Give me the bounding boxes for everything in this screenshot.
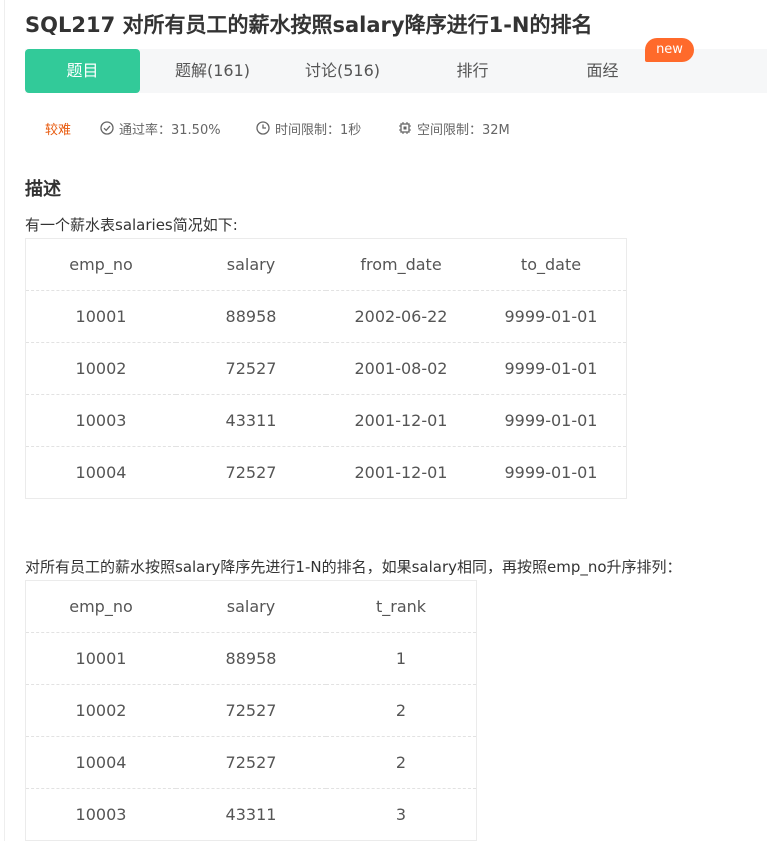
table-cell: 10002 [25, 684, 176, 737]
table-row: 10002 72527 2 [25, 684, 477, 737]
table-cell: 9999-01-01 [476, 394, 627, 447]
table-cell: 72527 [176, 342, 326, 395]
column-header: to_date [476, 238, 627, 291]
table-cell: 2 [326, 736, 477, 789]
table-cell: 10002 [25, 342, 176, 395]
salaries-table: emp_no salary from_date to_date 10001 88… [25, 238, 627, 499]
space-limit: 空间限制：32M [398, 118, 510, 138]
table-cell: 2001-08-02 [326, 342, 476, 395]
pass-rate: 通过率：31.50% [100, 118, 221, 138]
table-cell: 9999-01-01 [504, 463, 598, 482]
column-header: salary [176, 238, 326, 291]
table-cell: 88958 [176, 290, 326, 343]
tab-interview[interactable]: 面经 [545, 49, 660, 93]
table-row: 10001 88958 1 [25, 632, 477, 685]
table-cell: 1 [326, 632, 477, 685]
new-badge: new [645, 38, 694, 62]
table-row: 10004 72527 2001-12-01 9999-01-01 [26, 447, 627, 499]
table-row: 10003 43311 2001-12-01 9999-01-01 [25, 394, 627, 447]
tab-solutions[interactable]: 题解(161) [155, 49, 270, 93]
tab-problem[interactable]: 题目 [25, 49, 140, 93]
table-cell: 2001-12-01 [354, 463, 448, 482]
problem-title: SQL217 对所有员工的薪水按照salary降序进行1-N的排名 [25, 13, 593, 37]
time-limit-text: 时间限制：1秒 [275, 122, 362, 138]
check-circle-icon [100, 121, 114, 135]
table-cell: 2 [326, 684, 477, 737]
pass-rate-text: 通过率：31.50% [119, 122, 221, 138]
tab-discussion[interactable]: 讨论(516) [285, 49, 400, 93]
table-cell: 72527 [176, 684, 326, 737]
table-cell: 10004 [75, 463, 127, 482]
description-task: 对所有员工的薪水按照salary降序先进行1-N的排名，如果salary相同，再… [25, 558, 682, 576]
table-row: 10002 72527 2001-08-02 9999-01-01 [25, 342, 627, 395]
column-header: emp_no [25, 238, 176, 291]
table-cell: 9999-01-01 [476, 342, 627, 395]
table-cell: 2002-06-22 [326, 290, 476, 343]
table-cell: 88958 [176, 632, 326, 685]
table-cell: 9999-01-01 [476, 290, 627, 343]
table-cell: 72527 [176, 736, 326, 789]
column-header: emp_no [25, 580, 176, 633]
table-cell: 3 [395, 805, 407, 824]
table-cell: 10003 [75, 805, 127, 824]
table-cell: 10001 [25, 290, 176, 343]
page-left-border [4, 0, 5, 841]
table-row: 10001 88958 2002-06-22 9999-01-01 [25, 290, 627, 343]
time-limit: 时间限制：1秒 [256, 118, 361, 138]
table-cell: 10004 [25, 736, 176, 789]
difficulty-label: 较难 [45, 118, 71, 138]
clock-icon [256, 121, 270, 135]
table-row: 10003 43311 3 [26, 789, 477, 841]
description-heading: 描述 [25, 179, 61, 200]
tab-ranking[interactable]: 排行 [415, 49, 530, 93]
table-cell: 2001-12-01 [326, 394, 476, 447]
column-header: salary [176, 580, 326, 633]
table-cell: 10003 [25, 394, 176, 447]
table-cell: 43311 [225, 805, 277, 824]
table-cell: 72527 [225, 463, 277, 482]
chip-icon [398, 121, 412, 135]
difficulty-value: 较难 [45, 122, 72, 138]
table-cell: 10001 [25, 632, 176, 685]
table-row: 10004 72527 2 [25, 736, 477, 789]
column-header: t_rank [326, 580, 477, 633]
column-header: from_date [326, 238, 476, 291]
result-table: emp_no salary t_rank 10001 88958 1 10002… [25, 580, 477, 841]
table-cell: 43311 [176, 394, 326, 447]
space-limit-text: 空间限制：32M [417, 122, 510, 138]
table-header-row: emp_no salary t_rank [25, 580, 477, 633]
table-header-row: emp_no salary from_date to_date [25, 238, 627, 291]
description-intro: 有一个薪水表salaries简况如下: [25, 216, 238, 234]
